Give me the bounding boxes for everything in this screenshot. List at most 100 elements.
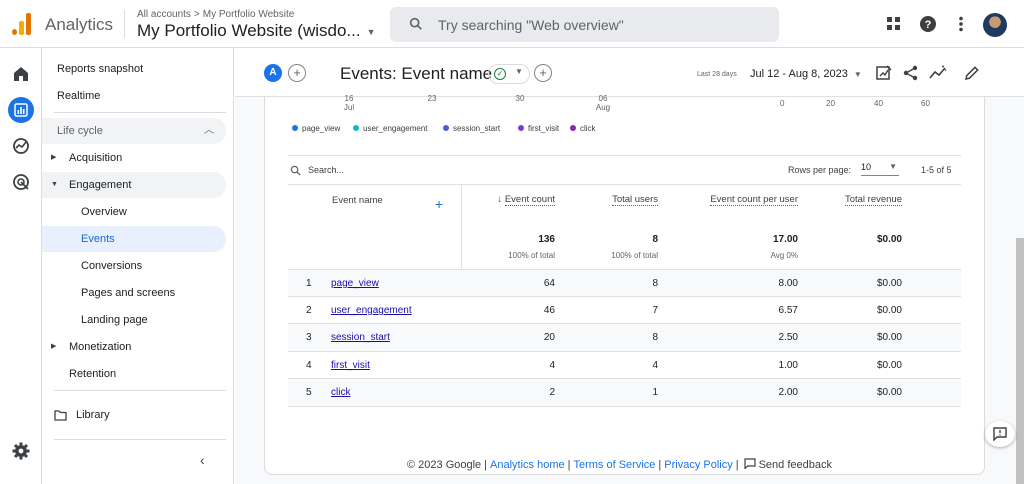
axis-tick-label: 20	[826, 99, 835, 108]
nav-acquisition[interactable]: ▶ Acquisition	[42, 145, 226, 171]
left-rail	[0, 48, 42, 484]
nav-monetization[interactable]: ▶ Monetization	[42, 334, 226, 360]
footer-separator: |	[735, 459, 739, 471]
analytics-home-link[interactable]: Analytics home	[490, 459, 565, 471]
collapse-nav-chevron-icon[interactable]: ‹	[200, 452, 205, 468]
search-icon	[290, 165, 301, 176]
advertising-icon[interactable]	[11, 172, 31, 192]
footer-separator: |	[484, 459, 488, 471]
nav-section-life-cycle[interactable]: Life cycle ︿	[42, 118, 226, 144]
nav-engagement[interactable]: ▼ Engagement	[42, 172, 226, 198]
divider	[54, 112, 226, 113]
event-count-cell: 2	[549, 387, 555, 398]
feedback-chat-icon	[993, 427, 1007, 441]
row-index: 1	[306, 278, 312, 289]
svg-text:?: ?	[925, 19, 932, 31]
nav-retention[interactable]: Retention	[42, 361, 226, 387]
legend-item[interactable]: user_engagement	[353, 124, 428, 133]
nav-landing-page[interactable]: Landing page	[42, 307, 226, 333]
legend-item[interactable]: session_start	[443, 124, 500, 133]
send-feedback-link[interactable]: Send feedback	[742, 458, 832, 471]
col-header-event-count-per-user[interactable]: Event count per user	[678, 194, 798, 206]
total-event-count: 136	[538, 234, 555, 245]
total-per-user-avg: Avg 0%	[770, 251, 798, 260]
event-name-link[interactable]: page_view	[331, 278, 379, 289]
col-header-total-revenue[interactable]: Total revenue	[822, 194, 902, 206]
page-scrollbar[interactable]	[1016, 238, 1024, 484]
property-selector[interactable]: My Portfolio Website (wisdo... ▼	[137, 21, 376, 41]
report-sidenav: Reports snapshot Realtime Life cycle ︿ ▶ A…	[42, 48, 234, 484]
divider	[54, 439, 226, 440]
total-users-cell: 8	[652, 278, 658, 289]
comparison-badge[interactable]: A	[264, 64, 282, 82]
account-breadcrumb[interactable]: All accounts > My Portfolio Website	[137, 9, 294, 20]
nav-library[interactable]: Library	[42, 402, 226, 428]
sort-desc-arrow-icon: ↓	[497, 194, 505, 205]
col-header-label: Event count per user	[710, 194, 798, 206]
nav-events[interactable]: Events	[42, 226, 226, 252]
reports-icon	[14, 103, 28, 117]
insights-icon[interactable]	[929, 64, 947, 82]
reports-nav-active[interactable]	[8, 97, 34, 123]
col-header-event-name[interactable]: Event name	[332, 195, 383, 206]
row-index: 4	[306, 360, 312, 371]
explore-icon[interactable]	[11, 136, 31, 156]
privacy-link[interactable]: Privacy Policy	[664, 459, 732, 471]
add-comparison-icon[interactable]: +	[288, 64, 306, 82]
add-filter-icon[interactable]: +	[534, 64, 552, 82]
table-search-input[interactable]: Search...	[308, 165, 344, 175]
nav-conversions[interactable]: Conversions	[42, 253, 226, 279]
dropdown-caret-icon: ▼	[889, 162, 897, 171]
col-header-event-count[interactable]: ↓ Event count	[485, 194, 555, 206]
data-quality-status[interactable]: ✓ ▼	[488, 64, 530, 84]
col-header-total-users[interactable]: Total users	[578, 194, 658, 206]
more-vert-icon[interactable]	[951, 14, 971, 34]
legend-dot	[518, 125, 524, 131]
total-revenue: $0.00	[876, 234, 902, 245]
per-user-cell: 2.50	[778, 332, 798, 343]
terms-link[interactable]: Terms of Service	[573, 459, 655, 471]
breadcrumb-account[interactable]: My Portfolio Website	[203, 9, 295, 20]
settings-gear-icon[interactable]	[11, 441, 31, 461]
rows-per-page-select[interactable]: 10 ▼	[861, 162, 899, 176]
share-icon[interactable]	[902, 64, 920, 82]
axis-tick-label: 0	[780, 99, 785, 108]
event-name-link[interactable]: click	[331, 387, 350, 398]
total-users-pct: 100% of total	[611, 251, 658, 260]
apps-grid-icon[interactable]	[884, 14, 904, 34]
per-user-cell: 1.00	[778, 360, 798, 371]
home-icon[interactable]	[11, 64, 31, 84]
divider	[124, 10, 125, 38]
nav-overview[interactable]: Overview	[42, 199, 226, 225]
row-index: 2	[306, 305, 312, 316]
legend-dot	[443, 125, 449, 131]
legend-label: page_view	[302, 124, 341, 133]
legend-item[interactable]: page_view	[292, 124, 340, 133]
breadcrumb-all-accounts[interactable]: All accounts	[137, 9, 191, 20]
event-name-link[interactable]: first_visit	[331, 360, 370, 371]
help-icon[interactable]: ?	[918, 14, 938, 34]
user-avatar[interactable]	[983, 13, 1007, 37]
nav-pages-and-screens[interactable]: Pages and screens	[42, 280, 226, 306]
edit-pencil-icon[interactable]	[963, 64, 981, 82]
add-dimension-icon[interactable]: +	[435, 196, 443, 212]
table-row: 1 page_view 64 8 8.00 $0.00	[288, 269, 961, 297]
feedback-button[interactable]	[985, 421, 1015, 447]
legend-dot	[292, 125, 298, 131]
total-users-cell: 7	[652, 305, 658, 316]
feedback-icon	[743, 458, 756, 470]
dropdown-caret-icon: ▼	[853, 70, 862, 79]
search-bar[interactable]: Try searching "Web overview"	[390, 7, 779, 42]
event-name-link[interactable]: session_start	[331, 332, 390, 343]
nav-label: Reports snapshot	[57, 63, 144, 75]
customize-report-icon[interactable]	[875, 64, 893, 82]
nav-reports-snapshot[interactable]: Reports snapshot	[42, 56, 226, 82]
legend-item[interactable]: first_visit	[518, 124, 559, 133]
x-tick-label: 16 Jul	[343, 94, 355, 112]
nav-realtime[interactable]: Realtime	[42, 83, 226, 109]
x-tick-label: 23	[427, 94, 437, 103]
analytics-logo-icon[interactable]	[12, 13, 32, 35]
legend-item[interactable]: click	[570, 124, 596, 133]
event-name-link[interactable]: user_engagement	[331, 305, 412, 316]
date-range-picker[interactable]: Jul 12 - Aug 8, 2023 ▼	[750, 68, 862, 80]
